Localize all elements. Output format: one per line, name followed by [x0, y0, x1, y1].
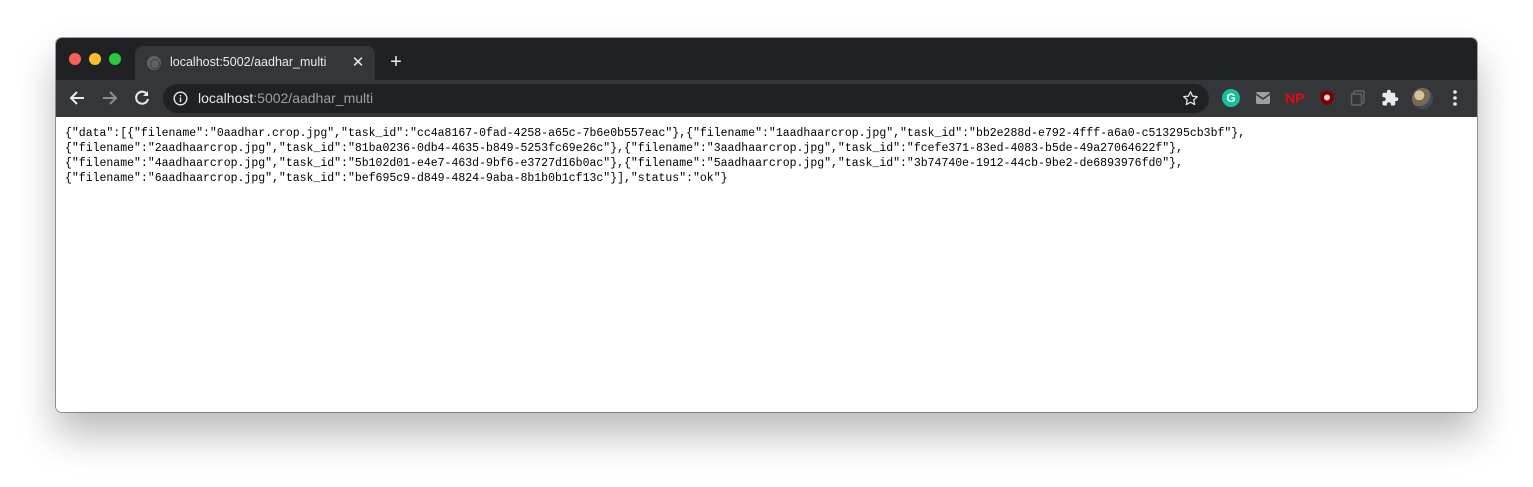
window-maximize-button[interactable] — [109, 53, 121, 65]
info-icon[interactable] — [173, 91, 188, 106]
browser-window: localhost:5002/aadhar_multi ✕ + localhos… — [56, 38, 1477, 412]
globe-icon — [147, 56, 161, 70]
tab-close-icon[interactable]: ✕ — [349, 54, 367, 72]
avatar[interactable] — [1412, 88, 1433, 109]
json-line: {"filename":"6aadhaarcrop.jpg","task_id"… — [65, 172, 728, 185]
address-path: :5002/aadhar_multi — [253, 90, 374, 106]
browser-toolbar: localhost:5002/aadhar_multi NP — [56, 80, 1477, 117]
forward-icon[interactable] — [100, 88, 120, 108]
tab-active[interactable]: localhost:5002/aadhar_multi ✕ — [135, 46, 375, 80]
mail-icon[interactable] — [1254, 89, 1272, 107]
np-icon[interactable]: NP — [1285, 89, 1305, 107]
page-content: {"data":[{"filename":"0aadhar.crop.jpg",… — [56, 117, 1477, 412]
window-minimize-button[interactable] — [89, 53, 101, 65]
tab-strip: localhost:5002/aadhar_multi ✕ + — [56, 38, 1477, 80]
menu-icon[interactable] — [1449, 89, 1461, 107]
window-close-button[interactable] — [69, 53, 81, 65]
json-line: {"filename":"2aadhaarcrop.jpg","task_id"… — [65, 142, 1183, 155]
json-line: {"data":[{"filename":"0aadhar.crop.jpg",… — [65, 127, 1246, 140]
back-icon[interactable] — [67, 88, 87, 108]
star-icon[interactable] — [1182, 90, 1199, 107]
new-tab-button[interactable]: + — [386, 52, 406, 72]
json-response: {"data":[{"filename":"0aadhar.crop.jpg",… — [65, 126, 1245, 186]
address-url[interactable]: localhost:5002/aadhar_multi — [198, 90, 373, 106]
grammarly-icon[interactable] — [1222, 89, 1240, 107]
tab-title: localhost:5002/aadhar_multi — [170, 55, 327, 69]
json-line: {"filename":"4aadhaarcrop.jpg","task_id"… — [65, 157, 1183, 170]
reload-icon[interactable] — [132, 88, 152, 108]
puzzle-icon[interactable] — [1381, 89, 1399, 107]
address-bar[interactable]: localhost:5002/aadhar_multi — [163, 84, 1209, 113]
copy-icon[interactable] — [1349, 89, 1367, 107]
address-host: localhost — [198, 90, 254, 106]
ublock-icon[interactable] — [1318, 89, 1336, 107]
